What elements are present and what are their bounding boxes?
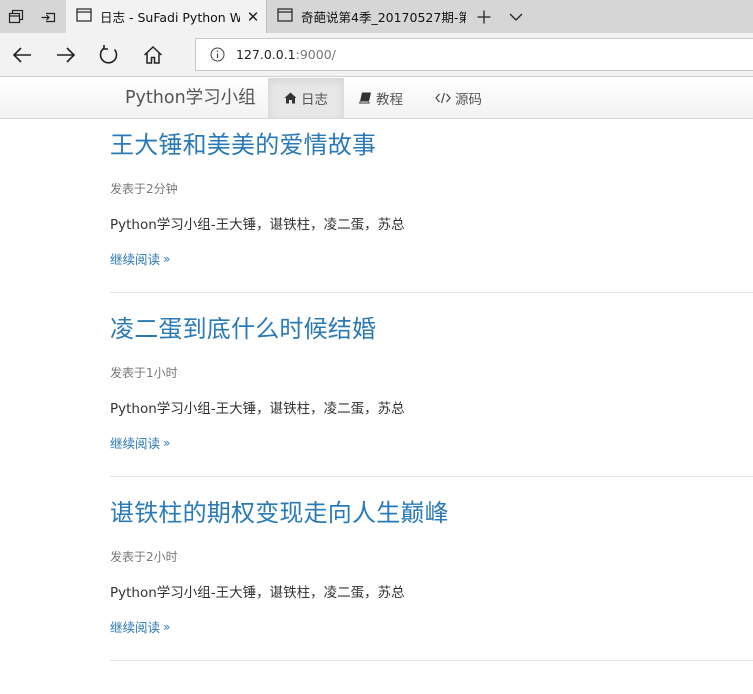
post-meta: 发表于1小时 xyxy=(110,366,178,380)
post-divider xyxy=(110,476,753,477)
post-divider xyxy=(110,292,753,293)
read-more-label: 继续阅读 xyxy=(110,252,161,267)
code-icon xyxy=(435,92,451,104)
back-arrow-icon[interactable] xyxy=(5,38,39,72)
nav-item-tutorial[interactable]: 教程 xyxy=(359,78,403,118)
tab-title: 奇葩说第4季_20170527期-第 xyxy=(301,10,466,25)
browser-tab-strip: 日志 - SuFadi Python W ✕ 奇葩说第4季_20170527期-… xyxy=(0,0,753,33)
url-host: 127.0.0.1 xyxy=(236,47,296,62)
url-text: 127.0.0.1:9000/ xyxy=(236,47,336,62)
post-summary: Python学习小组-王大锤，谌铁柱，凌二蛋，苏总 xyxy=(110,217,405,233)
post-item: 谌铁柱的期权变现走向人生巅峰 发表于2小时 Python学习小组-王大锤，谌铁柱… xyxy=(110,500,753,640)
post-meta: 发表于2分钟 xyxy=(110,182,178,196)
double-chevron-right-icon: » xyxy=(163,619,171,634)
book-icon xyxy=(359,92,372,104)
read-more-label: 继续阅读 xyxy=(110,436,161,451)
post-meta: 发表于2小时 xyxy=(110,550,178,564)
nav-item-label: 源码 xyxy=(455,92,482,108)
address-input[interactable]: 127.0.0.1:9000/ xyxy=(195,38,753,71)
double-chevron-right-icon: » xyxy=(163,251,171,266)
tab-active[interactable]: 日志 - SuFadi Python W ✕ xyxy=(66,0,266,33)
page-icon xyxy=(277,8,293,25)
nav-item-label: 教程 xyxy=(376,92,403,108)
post-title-link[interactable]: 谌铁柱的期权变现走向人生巅峰 xyxy=(110,500,449,527)
tab-title: 日志 - SuFadi Python W xyxy=(100,10,240,25)
tab-inactive[interactable]: 奇葩说第4季_20170527期-第 xyxy=(266,0,466,33)
home-icon xyxy=(284,92,297,104)
tab-set-aside-icon[interactable] xyxy=(0,0,32,33)
post-item: 凌二蛋到底什么时候结婚 发表于1小时 Python学习小组-王大锤，谌铁柱，凌二… xyxy=(110,316,753,456)
post-summary: Python学习小组-王大锤，谌铁柱，凌二蛋，苏总 xyxy=(110,401,405,417)
read-more-link[interactable]: 继续阅读» xyxy=(110,617,170,636)
close-icon[interactable]: ✕ xyxy=(240,8,266,26)
browser-address-bar: 127.0.0.1:9000/ xyxy=(0,33,753,77)
home-icon[interactable] xyxy=(136,38,170,72)
forward-arrow-icon[interactable] xyxy=(49,38,83,72)
post-title-link[interactable]: 凌二蛋到底什么时候结婚 xyxy=(110,316,376,343)
post-divider xyxy=(110,660,753,661)
page-icon xyxy=(76,8,92,25)
nav-item-source[interactable]: 源码 xyxy=(435,78,482,118)
read-more-label: 继续阅读 xyxy=(110,620,161,635)
double-chevron-right-icon: » xyxy=(163,435,171,450)
post-title-link[interactable]: 王大锤和美美的爱情故事 xyxy=(110,132,376,159)
post-item: 王大锤和美美的爱情故事 发表于2分钟 Python学习小组-王大锤，谌铁柱，凌二… xyxy=(110,132,753,272)
refresh-icon[interactable] xyxy=(92,38,126,72)
site-brand[interactable]: Python学习小组 xyxy=(125,78,256,118)
site-navbar: Python学习小组 日志 教程 源码 xyxy=(0,78,753,119)
tab-list-chevron-icon[interactable] xyxy=(499,0,533,33)
read-more-link[interactable]: 继续阅读» xyxy=(110,433,170,452)
info-icon[interactable] xyxy=(206,44,228,66)
new-tab-plus-icon[interactable] xyxy=(467,0,501,33)
read-more-link[interactable]: 继续阅读» xyxy=(110,249,170,268)
nav-item-journal[interactable]: 日志 xyxy=(268,78,344,118)
url-port: :9000/ xyxy=(295,47,336,62)
tabs-preview-icon[interactable] xyxy=(32,0,64,33)
post-summary: Python学习小组-王大锤，谌铁柱，凌二蛋，苏总 xyxy=(110,585,405,601)
nav-item-label: 日志 xyxy=(301,92,328,108)
